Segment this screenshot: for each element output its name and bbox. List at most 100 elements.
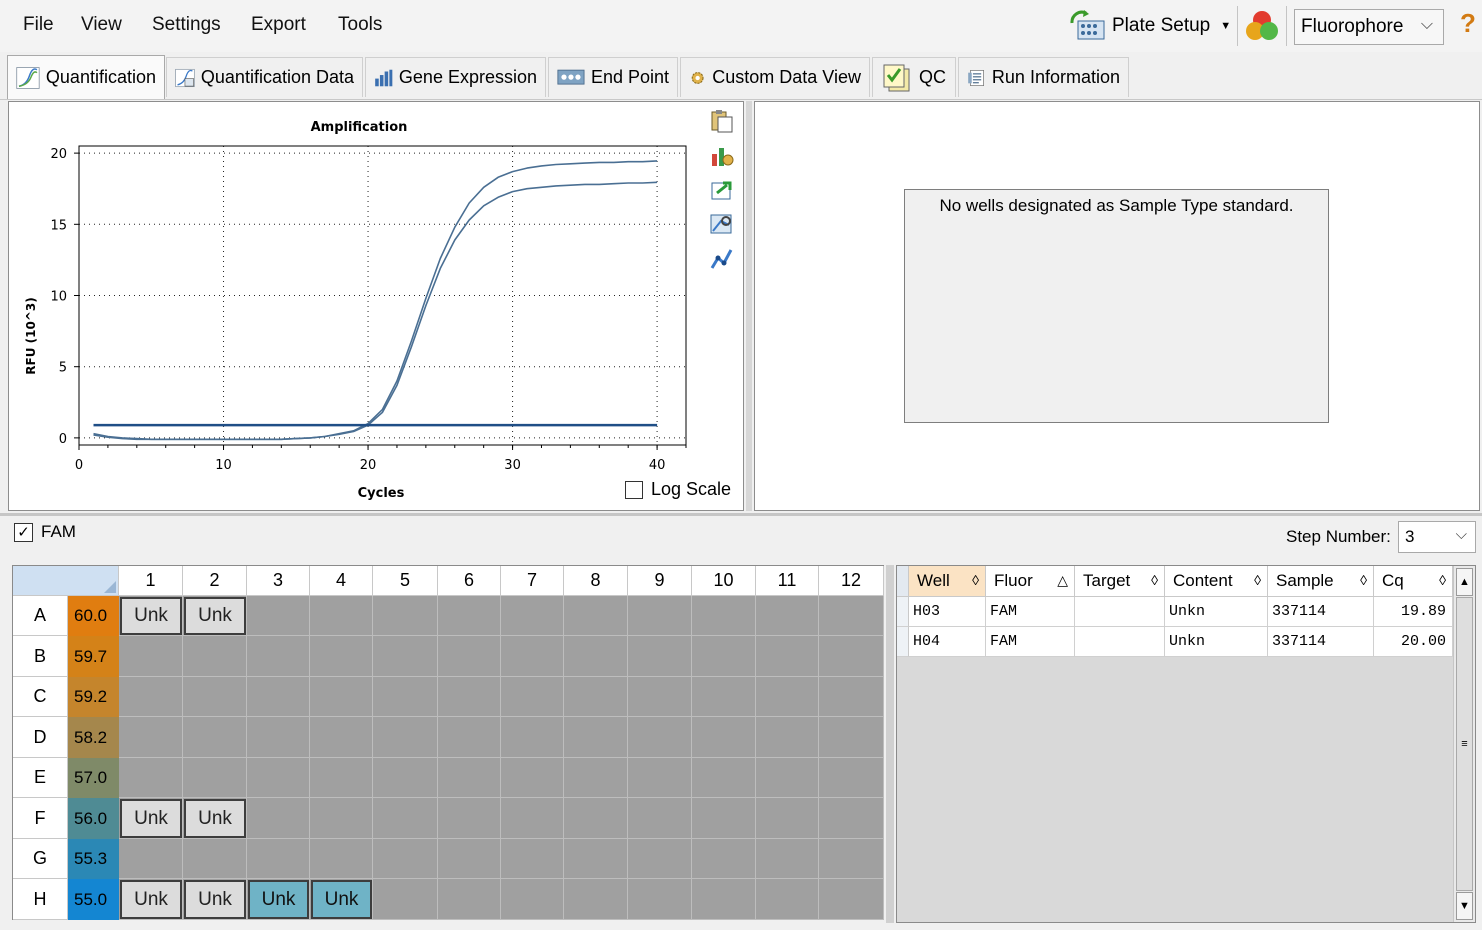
plate-well-empty[interactable] bbox=[692, 879, 756, 920]
plate-column-header[interactable]: 10 bbox=[692, 566, 756, 596]
plate-well-empty[interactable] bbox=[564, 758, 628, 798]
plate-well-empty[interactable] bbox=[247, 839, 310, 879]
plate-well-empty[interactable] bbox=[373, 677, 438, 717]
plate-row-header[interactable]: H bbox=[13, 879, 68, 920]
plate-corner[interactable] bbox=[13, 566, 119, 596]
plate-column-header[interactable]: 8 bbox=[564, 566, 628, 596]
plate-well-empty[interactable] bbox=[119, 758, 183, 798]
export-chart-icon[interactable] bbox=[709, 177, 735, 203]
scroll-up-icon[interactable]: ▲ bbox=[1456, 568, 1473, 596]
plate-column-header[interactable]: 11 bbox=[756, 566, 819, 596]
table-cell[interactable]: 19.89 bbox=[1374, 597, 1453, 627]
plate-well-empty[interactable] bbox=[438, 596, 501, 636]
plate-well-empty[interactable] bbox=[183, 717, 247, 758]
plate-well-empty[interactable] bbox=[438, 717, 501, 758]
menu-tools[interactable]: Tools bbox=[338, 14, 382, 36]
plate-well-empty[interactable] bbox=[247, 798, 310, 839]
plate-column-header[interactable]: 1 bbox=[119, 566, 183, 596]
fam-filter[interactable]: ✓ FAM bbox=[14, 522, 76, 542]
plate-well-empty[interactable] bbox=[692, 839, 756, 879]
plate-row-header[interactable]: C bbox=[13, 677, 68, 717]
scroll-thumb[interactable]: ≡ bbox=[1456, 597, 1473, 891]
log-scale-toggle[interactable]: Log Scale bbox=[625, 479, 731, 500]
plate-well-empty[interactable] bbox=[438, 636, 501, 677]
plate-well-empty[interactable] bbox=[501, 839, 564, 879]
zoom-chart-icon[interactable] bbox=[709, 211, 735, 237]
sort-icon[interactable]: △ bbox=[1057, 572, 1068, 589]
plate-well-empty[interactable] bbox=[692, 677, 756, 717]
clipboard-copy-icon[interactable] bbox=[709, 108, 735, 134]
plate-well-empty[interactable] bbox=[564, 636, 628, 677]
plate-well-empty[interactable] bbox=[756, 879, 819, 920]
plate-well-empty[interactable] bbox=[373, 636, 438, 677]
tab-quantification-data[interactable]: Quantification Data bbox=[166, 57, 363, 97]
amplification-curve[interactable] bbox=[93, 181, 658, 441]
plate-well[interactable]: Unk bbox=[184, 799, 246, 838]
plate-well-empty[interactable] bbox=[756, 677, 819, 717]
plate-well[interactable]: Unk bbox=[248, 880, 309, 919]
fluorophore-select[interactable]: Fluorophore ⌵ bbox=[1294, 9, 1444, 45]
plate-well-empty[interactable] bbox=[628, 879, 692, 920]
table-cell[interactable]: 337114 bbox=[1268, 597, 1374, 627]
horizontal-splitter[interactable] bbox=[0, 513, 1482, 516]
amplification-chart[interactable]: Amplification Cycles RFU (10^3) 0 10 20 30 4… bbox=[9, 102, 699, 510]
plate-well-empty[interactable] bbox=[628, 636, 692, 677]
sort-icon[interactable]: ◊ bbox=[1439, 572, 1446, 588]
plate-column-header[interactable]: 2 bbox=[183, 566, 247, 596]
plate-well-empty[interactable] bbox=[438, 758, 501, 798]
plate-row-header[interactable]: B bbox=[13, 636, 68, 677]
plate-row-header[interactable]: E bbox=[13, 758, 68, 798]
plate-well-empty[interactable] bbox=[310, 839, 373, 879]
plate-well-empty[interactable] bbox=[501, 717, 564, 758]
plate-setup-button[interactable]: Plate Setup ▼ bbox=[1068, 8, 1231, 44]
plate-well-empty[interactable] bbox=[373, 596, 438, 636]
plate-well[interactable]: Unk bbox=[184, 880, 246, 919]
plate-well-empty[interactable] bbox=[183, 677, 247, 717]
plate-well-empty[interactable] bbox=[628, 596, 692, 636]
trace-style-icon[interactable] bbox=[709, 246, 735, 272]
tab-qc[interactable]: QC bbox=[872, 57, 956, 97]
plate-well-empty[interactable] bbox=[756, 636, 819, 677]
table-cell[interactable] bbox=[1075, 627, 1165, 657]
tab-end-point[interactable]: End Point bbox=[548, 57, 678, 97]
table-cell[interactable] bbox=[1075, 597, 1165, 627]
table-cell[interactable]: FAM bbox=[986, 627, 1075, 657]
plate-well-empty[interactable] bbox=[373, 798, 438, 839]
plate-well-empty[interactable] bbox=[183, 636, 247, 677]
plate-well-empty[interactable] bbox=[183, 839, 247, 879]
plate-well-empty[interactable] bbox=[628, 717, 692, 758]
plate-well[interactable]: Unk bbox=[311, 880, 372, 919]
plate-well-empty[interactable] bbox=[373, 758, 438, 798]
table-cell[interactable]: H03 bbox=[909, 597, 986, 627]
plate-well-empty[interactable] bbox=[819, 636, 884, 677]
menu-export[interactable]: Export bbox=[251, 14, 306, 36]
plate-column-header[interactable]: 6 bbox=[438, 566, 501, 596]
plate-well-empty[interactable] bbox=[628, 798, 692, 839]
plate-well-empty[interactable] bbox=[373, 879, 438, 920]
plate-well-empty[interactable] bbox=[692, 717, 756, 758]
plate-column-header[interactable]: 5 bbox=[373, 566, 438, 596]
tab-gene-expression[interactable]: Gene Expression bbox=[365, 57, 546, 97]
plate-well-empty[interactable] bbox=[247, 596, 310, 636]
plate-well-empty[interactable] bbox=[501, 758, 564, 798]
plate-well-empty[interactable] bbox=[756, 596, 819, 636]
fam-checkbox[interactable]: ✓ bbox=[14, 522, 33, 542]
log-scale-checkbox[interactable] bbox=[625, 480, 643, 499]
plate-well-empty[interactable] bbox=[183, 758, 247, 798]
plate-well-empty[interactable] bbox=[756, 839, 819, 879]
plate-row-header[interactable]: F bbox=[13, 798, 68, 839]
plate-well-empty[interactable] bbox=[438, 677, 501, 717]
plate-well-empty[interactable] bbox=[501, 677, 564, 717]
plate-well-empty[interactable] bbox=[756, 798, 819, 839]
tab-quantification[interactable]: Quantification bbox=[7, 55, 165, 99]
plate-well-empty[interactable] bbox=[119, 677, 183, 717]
plate-well-empty[interactable] bbox=[501, 798, 564, 839]
plate-well-empty[interactable] bbox=[119, 636, 183, 677]
plate-well-empty[interactable] bbox=[247, 717, 310, 758]
plate-row-header[interactable]: A bbox=[13, 596, 68, 636]
plate-well-empty[interactable] bbox=[819, 879, 884, 920]
plate-well-empty[interactable] bbox=[692, 596, 756, 636]
sort-icon[interactable]: ◊ bbox=[1360, 572, 1367, 588]
help-icon[interactable]: ? bbox=[1460, 8, 1476, 39]
sort-icon[interactable]: ◊ bbox=[1151, 572, 1158, 588]
